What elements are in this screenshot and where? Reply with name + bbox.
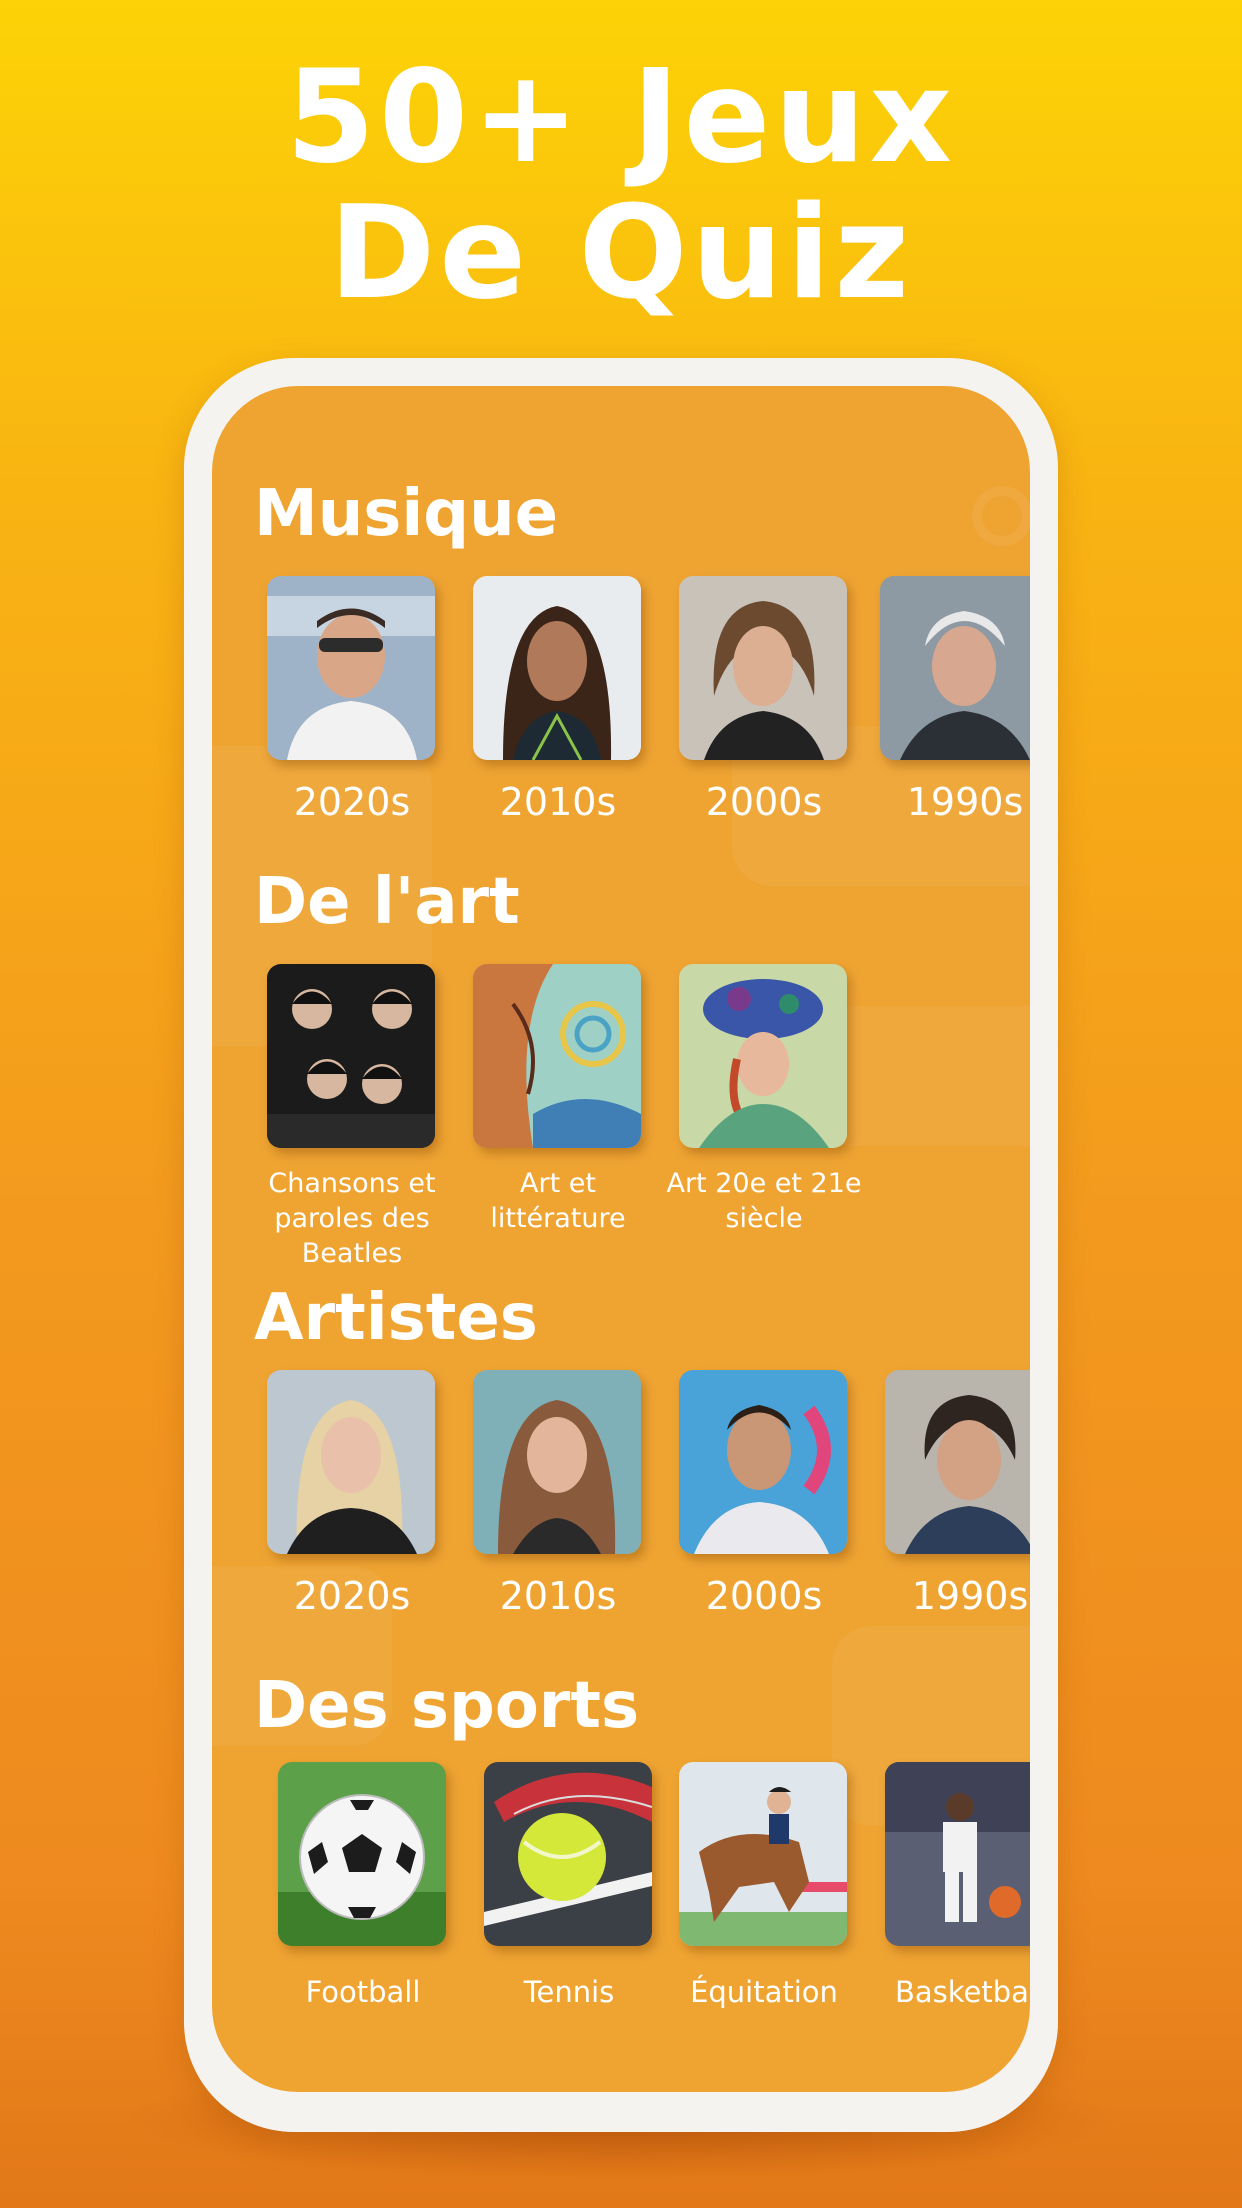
- headline-line-2: De Quiz: [329, 179, 913, 328]
- thumbnail-image: [473, 576, 641, 760]
- thumbnail-image: [473, 964, 641, 1148]
- section-title-sports: Des sports: [254, 1669, 640, 1743]
- quiz-tile-basketball[interactable]: Basketball: [885, 1762, 1030, 2012]
- section-title-musique: Musique: [254, 477, 559, 551]
- portrait-image: [267, 1370, 435, 1554]
- thumbnail-image: [267, 576, 435, 760]
- portrait-image: [679, 576, 847, 760]
- tile-label: 2010s: [499, 1574, 617, 1618]
- headline: 50+ Jeux De Quiz: [0, 50, 1242, 322]
- band-photo-image: [267, 964, 435, 1148]
- tile-label: Chansons et paroles des Beatles: [268, 1168, 436, 1269]
- painting-image: [679, 964, 847, 1148]
- quiz-tile-art-20e-siecle[interactable]: Art 20e et 21e siècle: [666, 964, 862, 1236]
- thumbnail-image: [473, 1370, 641, 1554]
- painting-image: [473, 964, 641, 1148]
- thumbnail-image: [267, 964, 435, 1148]
- portrait-image: [267, 576, 435, 760]
- tile-label: Art et littérature: [490, 1168, 626, 1234]
- quiz-tile-equitation[interactable]: Équitation: [679, 1762, 849, 2012]
- tennis-image: [484, 1762, 652, 1946]
- basketball-image: [885, 1762, 1030, 1946]
- tile-label: Équitation: [690, 1975, 838, 2009]
- section-title-artistes: Artistes: [254, 1281, 538, 1355]
- section-title-art: De l'art: [254, 865, 520, 939]
- thumbnail-image: [267, 1370, 435, 1554]
- quiz-tile-art-litterature[interactable]: Art et littérature: [473, 964, 643, 1236]
- quiz-tile-musique-2020s[interactable]: 2020s: [267, 576, 437, 822]
- portrait-image: [885, 1370, 1030, 1554]
- tile-label: 1990s: [911, 1574, 1029, 1618]
- portrait-image: [679, 1370, 847, 1554]
- tile-label: Basketball: [894, 1975, 1030, 2009]
- tile-label: 2020s: [293, 1574, 411, 1618]
- tile-label: Art 20e et 21e siècle: [666, 1168, 862, 1234]
- phone-screen: Musique 2020s 2010s 2000s 1990s De l'art…: [212, 386, 1030, 2092]
- tile-label: 2000s: [705, 1574, 823, 1618]
- quiz-tile-artistes-2020s[interactable]: 2020s: [267, 1370, 437, 1616]
- quiz-tile-musique-2000s[interactable]: 2000s: [679, 576, 849, 822]
- quiz-tile-musique-1990s[interactable]: 1990s: [880, 576, 1030, 822]
- tile-label: 2010s: [499, 780, 617, 824]
- thumbnail-image: [278, 1762, 446, 1946]
- thumbnail-image: [679, 576, 847, 760]
- portrait-image: [473, 1370, 641, 1554]
- thumbnail-image: [885, 1370, 1030, 1554]
- horse-jump-image: [679, 1762, 847, 1946]
- headline-line-1: 50+ Jeux: [285, 43, 957, 192]
- quiz-tile-artistes-1990s[interactable]: 1990s: [885, 1370, 1030, 1616]
- thumbnail-image: [679, 964, 847, 1148]
- soccer-ball-image: [278, 1762, 446, 1946]
- thumbnail-image: [679, 1370, 847, 1554]
- tile-label: 2020s: [293, 780, 411, 824]
- quiz-tile-musique-2010s[interactable]: 2010s: [473, 576, 643, 822]
- bg-ring: [972, 486, 1030, 546]
- tile-label: 2000s: [705, 780, 823, 824]
- thumbnail-image: [679, 1762, 847, 1946]
- portrait-image: [473, 576, 641, 760]
- tile-label: Football: [305, 1975, 421, 2009]
- thumbnail-image: [484, 1762, 652, 1946]
- tile-label: Tennis: [523, 1975, 615, 2009]
- quiz-tile-art-beatles[interactable]: Chansons et paroles des Beatles: [267, 964, 437, 1271]
- quiz-tile-football[interactable]: Football: [278, 1762, 448, 2012]
- tile-label: 1990s: [906, 780, 1024, 824]
- quiz-tile-tennis[interactable]: Tennis: [484, 1762, 654, 2012]
- thumbnail-image: [880, 576, 1030, 760]
- thumbnail-image: [885, 1762, 1030, 1946]
- portrait-image: [880, 576, 1030, 760]
- quiz-tile-artistes-2000s[interactable]: 2000s: [679, 1370, 849, 1616]
- quiz-tile-artistes-2010s[interactable]: 2010s: [473, 1370, 643, 1616]
